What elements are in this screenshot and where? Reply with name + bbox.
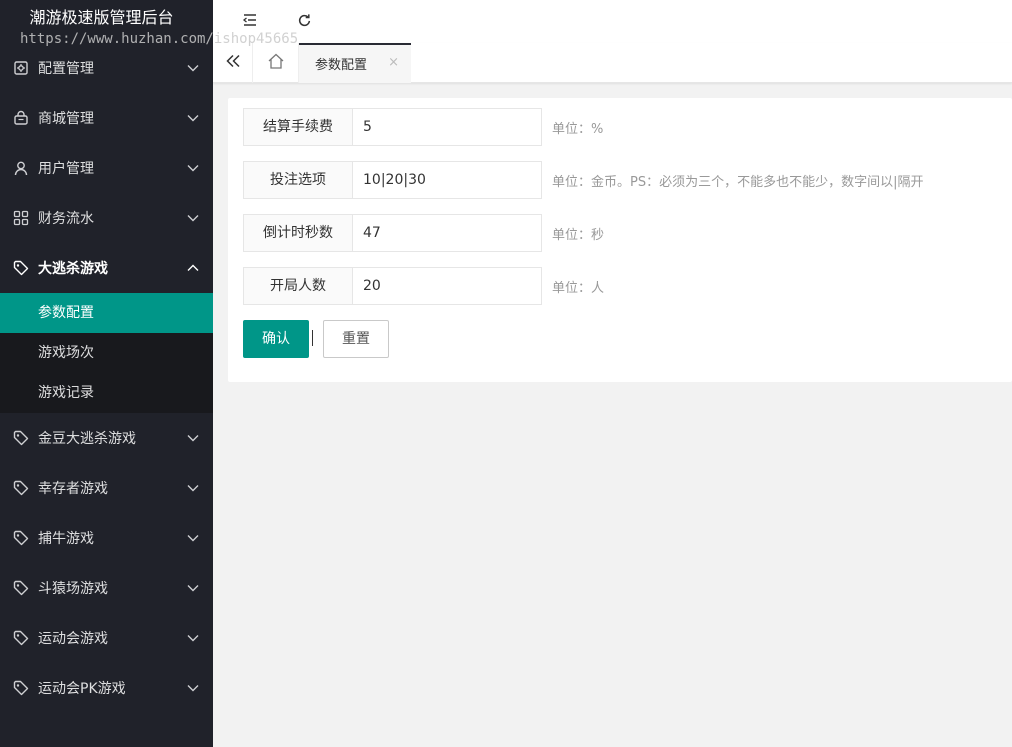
sidebar-item-label: 财务流水 [38,211,94,227]
tab-scroll-left-button[interactable] [213,43,253,83]
submenu-battle-royale: 参数配置 游戏场次 游戏记录 [0,293,213,413]
tag-icon [12,679,30,697]
sidebar-item-users[interactable]: 用户管理 [0,143,213,193]
sidebar-item-label: 运动会PK游戏 [38,681,126,697]
sidebar-item-battle-royale[interactable]: 大逃杀游戏 [0,243,213,293]
sidebar-item-survivor[interactable]: 幸存者游戏 [0,463,213,513]
field-hint: 单位：秒 [552,227,605,243]
sidebar-item-label: 幸存者游戏 [38,481,108,497]
tab-home[interactable] [253,43,299,83]
grid-apps-icon [12,209,30,227]
tag-icon [12,479,30,497]
fee-input[interactable] [353,108,542,146]
form-row-countdown: 倒计时秒数 单位：秒 [243,214,604,252]
sidebar-menu: 配置管理 商城管理 用户管理 财务流水 大逃杀游戏 参数配置 游戏场次 游戏记录… [0,43,213,713]
sidebar-item-config[interactable]: 配置管理 [0,43,213,93]
confirm-button[interactable]: 确认 [243,320,309,358]
field-hint: 单位：金币。PS：必须为三个，不能多也不能少，数字间以|隔开 [552,174,924,190]
close-icon[interactable]: × [388,55,399,70]
chevron-down-icon [187,482,199,494]
submenu-item-records[interactable]: 游戏记录 [0,373,213,413]
reset-button[interactable]: 重置 [323,320,389,358]
sidebar-item-label: 大逃杀游戏 [38,261,108,277]
sidebar-item-label: 配置管理 [38,61,94,77]
chevron-up-icon [187,262,199,274]
menu-fold-icon[interactable] [240,10,260,30]
tag-icon [12,259,30,277]
form-row-bet-options: 投注选项 单位：金币。PS：必须为三个，不能多也不能少，数字间以|隔开 [243,161,923,199]
refresh-icon[interactable] [294,10,314,30]
form-row-fee: 结算手续费 单位：% [243,108,603,146]
sidebar-item-golden-bean[interactable]: 金豆大逃杀游戏 [0,413,213,463]
field-hint: 单位：% [552,121,604,137]
field-label: 倒计时秒数 [243,214,353,252]
watermark-text: https://www.huzhan.com/ishop45665 [20,31,299,47]
submenu-item-params[interactable]: 参数配置 [0,293,213,333]
chevron-down-icon [187,62,199,74]
field-hint: 单位：人 [552,280,605,296]
tag-icon [12,529,30,547]
home-icon [267,53,285,73]
tag-icon [12,429,30,447]
chevron-down-icon [187,112,199,124]
chevron-down-icon [187,582,199,594]
chevron-down-icon [187,432,199,444]
sidebar-item-sports-pk[interactable]: 运动会PK游戏 [0,663,213,713]
chevron-down-icon [187,212,199,224]
sidebar: 潮游极速版管理后台 配置管理 商城管理 用户管理 财务流水 大逃杀游戏 参数配置… [0,0,213,747]
sidebar-item-ape-arena[interactable]: 斗猿场游戏 [0,563,213,613]
countdown-input[interactable] [353,214,542,252]
submenu-item-sessions[interactable]: 游戏场次 [0,333,213,373]
text-cursor [312,330,313,346]
double-chevron-left-icon [225,54,241,72]
user-icon [12,159,30,177]
settings-panel-icon [12,59,30,77]
top-header [213,0,1012,43]
sidebar-item-catch-bull[interactable]: 捕牛游戏 [0,513,213,563]
chevron-down-icon [187,532,199,544]
bet-options-input[interactable] [353,161,542,199]
field-label: 投注选项 [243,161,353,199]
sidebar-item-label: 商城管理 [38,111,94,127]
sidebar-item-label: 金豆大逃杀游戏 [38,431,136,447]
chevron-down-icon [187,632,199,644]
tab-bar: 参数配置 × [213,43,1012,83]
chevron-down-icon [187,682,199,694]
sidebar-item-label: 斗猿场游戏 [38,581,108,597]
tag-icon [12,629,30,647]
shopping-bag-icon [12,109,30,127]
field-label: 结算手续费 [243,108,353,146]
form-row-players: 开局人数 单位：人 [243,267,604,305]
sidebar-item-label: 用户管理 [38,161,94,177]
sidebar-item-label: 运动会游戏 [38,631,108,647]
tab-params-config[interactable]: 参数配置 × [299,43,411,83]
field-label: 开局人数 [243,267,353,305]
players-input[interactable] [353,267,542,305]
sidebar-item-shop[interactable]: 商城管理 [0,93,213,143]
tab-label: 参数配置 [315,57,368,73]
config-form-card: 结算手续费 单位：% 投注选项 单位：金币。PS：必须为三个，不能多也不能少，数… [228,98,1012,382]
sidebar-item-sports-meet[interactable]: 运动会游戏 [0,613,213,663]
tag-icon [12,579,30,597]
sidebar-item-finance[interactable]: 财务流水 [0,193,213,243]
sidebar-item-label: 捕牛游戏 [38,531,94,547]
chevron-down-icon [187,162,199,174]
